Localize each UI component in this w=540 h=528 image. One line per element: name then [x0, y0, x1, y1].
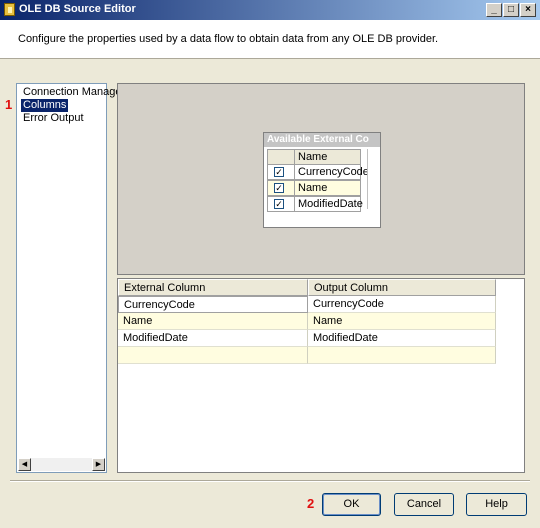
external-column-header[interactable]: External Column — [118, 279, 308, 296]
button-separator — [10, 480, 530, 482]
nav-item-columns[interactable]: Columns — [21, 99, 69, 112]
column-mapping-grid: External Column Output Column CurrencyCo… — [117, 278, 525, 473]
output-column-cell[interactable]: ModifiedDate — [308, 330, 496, 347]
scroll-right-icon[interactable]: ▶ — [92, 458, 105, 471]
available-column-modifieddate: ModifiedDate — [294, 196, 363, 212]
checkbox-modifieddate[interactable]: ✓ — [274, 199, 284, 209]
title-bar: OLE DB Source Editor _ □ × — [0, 0, 540, 20]
available-external-columns-box[interactable]: Available External Co Name ✓ CurrencyCod… — [263, 132, 381, 228]
close-button[interactable]: × — [520, 3, 536, 17]
description-text: Configure the properties used by a data … — [18, 33, 439, 45]
nav-horizontal-scrollbar[interactable]: ◀ ▶ — [18, 458, 105, 471]
annotation-marker-2: 2 — [307, 496, 315, 511]
window-title: OLE DB Source Editor — [19, 3, 136, 15]
annotation-marker-1: 1 — [5, 97, 13, 112]
cancel-button[interactable]: Cancel — [394, 493, 454, 516]
nav-item-connection-manager[interactable]: Connection Manager — [21, 86, 127, 99]
checkbox-currencycode[interactable]: ✓ — [274, 167, 284, 177]
output-column-cell-empty[interactable] — [308, 347, 496, 364]
external-column-cell[interactable]: CurrencyCode — [118, 296, 308, 313]
scroll-left-icon[interactable]: ◀ — [18, 458, 31, 471]
available-column-name: Name — [294, 180, 361, 196]
nav-item-error-output[interactable]: Error Output — [21, 112, 86, 125]
check-header-cell — [267, 149, 295, 165]
output-column-header[interactable]: Output Column — [308, 279, 496, 296]
output-column-cell[interactable]: Name — [308, 313, 496, 330]
external-column-cell[interactable]: ModifiedDate — [118, 330, 308, 347]
available-columns-title: Available External Co — [264, 133, 380, 147]
minimize-button[interactable]: _ — [486, 3, 502, 17]
help-button[interactable]: Help — [466, 493, 527, 516]
external-column-cell-empty[interactable] — [118, 347, 308, 364]
page-nav-list: Connection Manager Columns Error Output … — [16, 83, 125, 473]
output-column-cell[interactable]: CurrencyCode — [308, 296, 496, 313]
maximize-button[interactable]: □ — [503, 3, 519, 17]
available-column-currencycode: CurrencyCode — [294, 164, 369, 180]
check-cell: ✓ — [267, 196, 295, 212]
editor-icon — [4, 3, 15, 16]
name-header-cell: Name — [294, 149, 361, 165]
check-cell: ✓ — [267, 180, 295, 196]
check-cell: ✓ — [267, 164, 295, 180]
ole-db-source-editor-window: OLE DB Source Editor _ □ × Configure the… — [0, 0, 540, 528]
checkbox-name[interactable]: ✓ — [274, 183, 284, 193]
external-column-cell[interactable]: Name — [118, 313, 308, 330]
available-columns-scrollbar[interactable] — [367, 149, 378, 209]
ok-button[interactable]: OK — [322, 493, 381, 516]
